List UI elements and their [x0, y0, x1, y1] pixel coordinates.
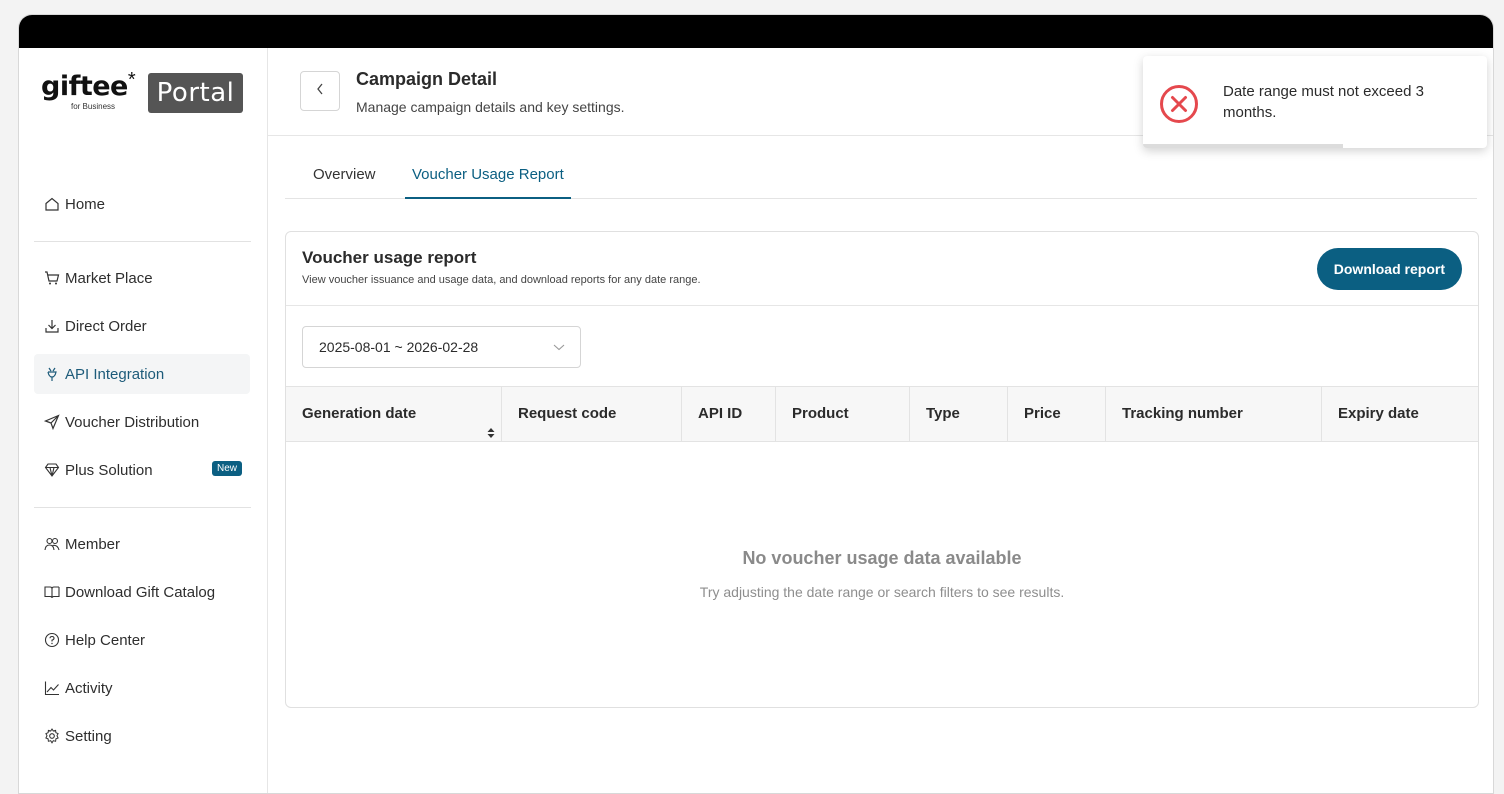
sidebar-item-activity[interactable]: Activity — [34, 668, 250, 708]
sidebar-item-voucher-distribution[interactable]: Voucher Distribution — [34, 402, 250, 442]
sidebar-item-help-center[interactable]: Help Center — [34, 620, 250, 660]
page-title: Campaign Detail — [356, 69, 498, 89]
date-range-select[interactable]: 2025-08-01 ~ 2026-02-28 — [302, 326, 581, 368]
column-header-api-id: API ID — [682, 387, 776, 441]
cart-icon — [43, 269, 61, 287]
logo-wordmark: giftee — [41, 71, 128, 102]
column-header-generation-date[interactable]: Generation date — [286, 387, 502, 441]
error-toast[interactable]: Date range must not exceed 3 months. — [1143, 56, 1487, 148]
sidebar-item-label: Download Gift Catalog — [65, 583, 216, 601]
download-report-button[interactable]: Download report — [1316, 248, 1462, 290]
app-window: giftee * for Business Portal Home Market… — [18, 14, 1494, 794]
tab-voucher-usage-report[interactable]: Voucher Usage Report — [405, 151, 571, 199]
diamond-icon — [43, 461, 61, 479]
date-range-value: 2025-08-01 ~ 2026-02-28 — [319, 339, 479, 355]
sidebar-item-label: Plus Solution — [65, 461, 153, 479]
table-header: Generation date Request code API ID Prod… — [286, 386, 1478, 442]
sidebar-item-label: Setting — [65, 727, 112, 745]
sidebar-item-plus-solution[interactable]: Plus Solution New — [34, 450, 250, 490]
book-icon — [43, 583, 61, 601]
chevron-left-icon — [315, 82, 325, 101]
plug-icon — [43, 365, 61, 383]
column-header-expiry-date: Expiry date — [1338, 405, 1419, 422]
sidebar-item-label: Member — [65, 535, 121, 553]
chart-icon — [43, 679, 61, 697]
sidebar-item-direct-order[interactable]: Direct Order — [34, 306, 250, 346]
logo-portal-badge: Portal — [147, 73, 244, 113]
tab-bar: Overview Voucher Usage Report — [285, 151, 1477, 199]
nav-divider — [34, 507, 251, 508]
top-bar — [19, 15, 1493, 48]
sidebar-item-download-gift-catalog[interactable]: Download Gift Catalog — [34, 572, 250, 612]
sidebar-item-home[interactable]: Home — [34, 184, 250, 224]
column-header-request-code: Request code — [502, 387, 682, 441]
help-icon — [43, 631, 61, 649]
empty-state-subtitle: Try adjusting the date range or search f… — [699, 584, 1065, 600]
toast-progress-bar — [1143, 144, 1343, 148]
column-header-price: Price — [1008, 387, 1106, 441]
column-header-product: Product — [776, 387, 910, 441]
sidebar-item-api-integration[interactable]: API Integration — [34, 354, 250, 394]
sidebar-item-market-place[interactable]: Market Place — [34, 258, 250, 298]
sidebar-item-label: Activity — [65, 679, 113, 697]
report-card: Voucher usage report View voucher issuan… — [285, 231, 1479, 708]
sidebar-item-label: API Integration — [65, 365, 165, 383]
report-description: View voucher issuance and usage data, an… — [302, 274, 701, 286]
new-badge: New — [211, 461, 242, 476]
back-button[interactable] — [300, 71, 340, 111]
sidebar-item-member[interactable]: Member — [34, 524, 250, 564]
sidebar-item-label: Voucher Distribution — [65, 413, 200, 431]
gear-icon — [43, 727, 61, 745]
download-icon — [43, 317, 61, 335]
report-title: Voucher usage report — [302, 248, 477, 267]
sidebar-item-label: Help Center — [65, 631, 146, 649]
sidebar-item-label: Market Place — [65, 269, 153, 287]
tab-overview[interactable]: Overview — [313, 151, 376, 199]
sort-icon[interactable] — [487, 408, 495, 462]
empty-state-title: No voucher usage data available — [742, 548, 1022, 568]
sidebar-item-label: Direct Order — [65, 317, 147, 335]
page-subtitle: Manage campaign details and key settings… — [356, 99, 625, 115]
column-header-type: Type — [910, 387, 1008, 441]
logo-subtitle: for Business — [71, 102, 116, 111]
sidebar: giftee * for Business Portal Home Market… — [19, 48, 268, 793]
toast-message: Date range must not exceed 3 months. — [1223, 83, 1424, 121]
home-icon — [43, 195, 61, 213]
nav-divider — [34, 241, 251, 242]
logo-star: * — [127, 69, 136, 91]
send-icon — [43, 413, 61, 431]
report-card-header: Voucher usage report View voucher issuan… — [286, 232, 1478, 306]
users-icon — [43, 535, 61, 553]
error-circle-icon — [1158, 83, 1200, 130]
sidebar-item-setting[interactable]: Setting — [34, 716, 250, 756]
column-header-tracking-number: Tracking number — [1106, 387, 1322, 441]
logo[interactable]: giftee * for Business Portal — [41, 69, 244, 113]
sidebar-item-label: Home — [65, 195, 106, 213]
chevron-down-icon — [552, 340, 566, 357]
